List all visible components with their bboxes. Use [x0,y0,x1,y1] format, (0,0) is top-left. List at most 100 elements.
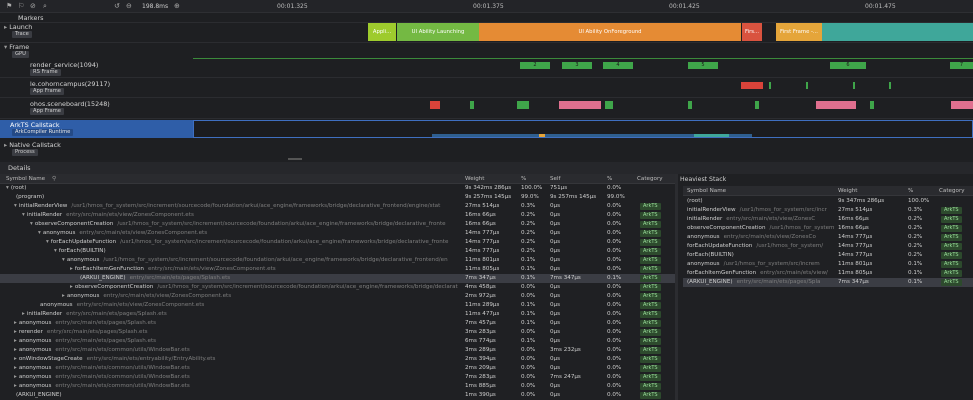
launch-segment[interactable]: UI Ability OnForeground [479,23,741,41]
col-pct[interactable]: % [521,174,526,184]
frame-bar[interactable] [870,101,874,109]
zoom-reset-icon[interactable]: ↺ [114,2,120,11]
hs-col-pct[interactable]: % [908,186,913,196]
call-tree-row[interactable]: ▾ (root) 9s 342ms 286μs 100.0% 751μs 0.0% [0,184,675,193]
disable-icon[interactable]: ⊘ [30,2,36,11]
tree-caret-icon[interactable]: ▸ [14,329,17,335]
call-tree-row[interactable]: (ARKUI_ENGINE) entry/src/main/ets/pages/S… [0,274,675,283]
tree-caret-icon[interactable]: ▾ [38,230,41,236]
heaviest-row[interactable]: anonymous entry/src/main/ets/view/ZonesCo… [683,233,973,242]
frame-bar[interactable]: 2 [520,62,550,69]
frame-bar[interactable] [853,82,855,89]
tree-caret-icon[interactable]: ▸ [70,284,73,290]
launch-segment[interactable]: UI Ability Launching [397,23,479,41]
frame-bar[interactable]: 6 [830,62,866,69]
call-tree-row[interactable]: ▸ anonymous entry/src/main/ets/common/util… [0,373,675,382]
zoom-in-icon[interactable]: ⊕ [174,2,180,11]
tree-caret-icon[interactable]: ▾ [30,221,33,227]
call-tree-row[interactable]: ▾ initialRenderView/usr1/hmos_for_system/… [0,202,675,211]
tree-caret-icon[interactable]: ▸ [14,338,17,344]
zoom-out-icon[interactable]: ⊖ [126,2,132,11]
tree-caret-icon[interactable]: ▾ [62,257,65,263]
native-track-label[interactable]: ▸ Native Callstack [0,141,193,149]
arkts-track-header[interactable]: ArkTS Callstack ArkCompiler Runtime [0,120,193,138]
launch-track-label[interactable]: ▸ Launch [0,23,193,31]
call-tree-row[interactable]: ▸ onWindowStageCreate entry/src/main/ets/e… [0,355,675,364]
frame-bar[interactable] [605,101,613,109]
bookmark-icon[interactable]: ⚐ [18,2,24,11]
launch-segment[interactable]: Appli... [368,23,396,41]
call-tree-row[interactable]: (program) 9s 257ms 145μs 99.0% 9s 257ms 145… [0,193,675,202]
tree-caret-icon[interactable]: ▾ [22,212,25,218]
frame-bar[interactable] [470,101,474,109]
call-tree-row[interactable]: ▾ forEachUpdateFunction/usr1/hmos_for_sys… [0,238,675,247]
expand-caret-icon[interactable]: ▾ [4,43,7,51]
call-tree-row[interactable]: ▸ forEachItemGenFunction entry/src/main/et… [0,265,675,274]
frame-bar[interactable] [517,101,529,109]
frame-bar[interactable] [688,101,692,109]
call-tree-row[interactable]: anonymous entry/src/main/ets/view/ZonesCo… [0,301,675,310]
heaviest-row[interactable]: forEachUpdateFunction/usr1/hmos_for_syst… [683,242,973,251]
call-tree-row[interactable]: ▸ observeComponentCreation/usr1/hmos_for_… [0,283,675,292]
frame-bar[interactable]: 5 [688,62,718,69]
expand-caret-icon[interactable]: ▸ [4,141,7,149]
heaviest-row[interactable]: anonymous/usr1/hmos_for_system/src/incre… [683,260,973,269]
hs-col-category[interactable]: Category [939,186,965,196]
call-tree-row[interactable]: ▸ anonymous entry/src/main/ets/common/util… [0,346,675,355]
call-tree-row[interactable]: ▸ anonymous entry/src/main/ets/pages/Splas… [0,319,675,328]
frame-bar[interactable] [816,101,856,109]
call-tree-row[interactable]: ▸ anonymous entry/src/main/ets/common/util… [0,364,675,373]
col-self-pct[interactable]: % [607,174,612,184]
frame-bar[interactable] [741,82,763,89]
heaviest-row[interactable]: observeComponentCreation/usr1/hmos_for_s… [683,224,973,233]
flag-icon[interactable]: ⚑ [6,2,12,11]
hs-col-weight[interactable]: Weight [838,186,858,196]
call-tree-row[interactable]: ▾ anonymous/usr1/hmos_for_system/src/incr… [0,256,675,265]
time-ruler[interactable]: 00:01.325 00:01.375 00:01.425 00:01.475 [193,0,973,13]
heaviest-row[interactable]: forEachItemGenFunction entry/src/main/ets… [683,269,973,278]
launch-segment-bar[interactable] [822,23,973,41]
launch-segment[interactable]: Firs... [742,23,762,41]
call-tree-row[interactable]: (ARKUI_ENGINE) 1ms 390μs 0.0% 0μs 0.0% ArkTS [0,391,675,400]
call-tree-row[interactable]: ▸ rerender entry/src/main/ets/pages/Splash… [0,328,675,337]
call-tree-row[interactable]: ▸ anonymous entry/src/main/ets/pages/Splas… [0,337,675,346]
frame-bar[interactable]: 7 [950,62,973,69]
expand-caret-icon[interactable]: ▸ [4,23,7,31]
call-tree-row[interactable]: ▾ anonymous entry/src/main/ets/view/ZonesC… [0,229,675,238]
frame-bar[interactable] [559,101,601,109]
tree-caret-icon[interactable]: ▸ [70,266,73,272]
tree-caret-icon[interactable]: ▸ [14,383,17,389]
call-tree-row[interactable]: ▸ initialRender entry/src/main/ets/pages/S… [0,310,675,319]
heaviest-row[interactable]: (ARKUI_ENGINE) entry/src/main/ets/pages/S… [683,278,973,287]
frame-bar[interactable]: 3 [562,62,592,69]
tree-caret-icon[interactable]: ▾ [6,185,9,191]
filter-icon[interactable]: ⚲ [52,174,56,184]
resize-handle[interactable] [288,158,302,160]
tree-caret-icon[interactable]: ▸ [14,374,17,380]
tree-caret-icon[interactable]: ▸ [14,320,17,326]
frame-bar[interactable]: 4 [603,62,633,69]
frame-track-label[interactable]: ▾ Frame [0,43,193,51]
col-self[interactable]: Self [550,174,561,184]
arkts-track-lane[interactable] [193,120,973,138]
launch-segment[interactable]: First Frame -... [776,23,822,41]
tree-caret-icon[interactable]: ▸ [14,356,17,362]
frame-bar[interactable] [755,101,759,109]
tree-caret-icon[interactable]: ▸ [62,293,65,299]
frame-bar[interactable] [951,101,973,109]
hs-col-symbol[interactable]: Symbol Name [687,186,726,196]
heaviest-row[interactable]: forEach(BUILTIN) 14ms 777μs 0.2% ArkTS [683,251,973,260]
tree-caret-icon[interactable]: ▾ [14,203,17,209]
tree-caret-icon[interactable]: ▸ [14,365,17,371]
heaviest-row[interactable]: initialRender entry/src/main/ets/view/Zon… [683,215,973,224]
col-symbol[interactable]: Symbol Name [6,174,45,184]
call-tree-row[interactable]: ▸ anonymous entry/src/main/ets/view/ZonesC… [0,292,675,301]
call-tree-row[interactable]: ▾ initialRender entry/src/main/ets/view/Zo… [0,211,675,220]
tree-caret-icon[interactable]: ▸ [14,347,17,353]
search-icon[interactable]: ⌕ [43,2,47,11]
tree-caret-icon[interactable]: ▾ [46,239,49,245]
panel-splitter[interactable] [675,174,678,400]
frame-bar[interactable] [430,101,440,109]
frame-bar[interactable] [889,82,891,89]
call-tree-row[interactable]: ▾ forEach(BUILTIN) 14ms 777μs 0.2% 0μs 0.0% Ar… [0,247,675,256]
